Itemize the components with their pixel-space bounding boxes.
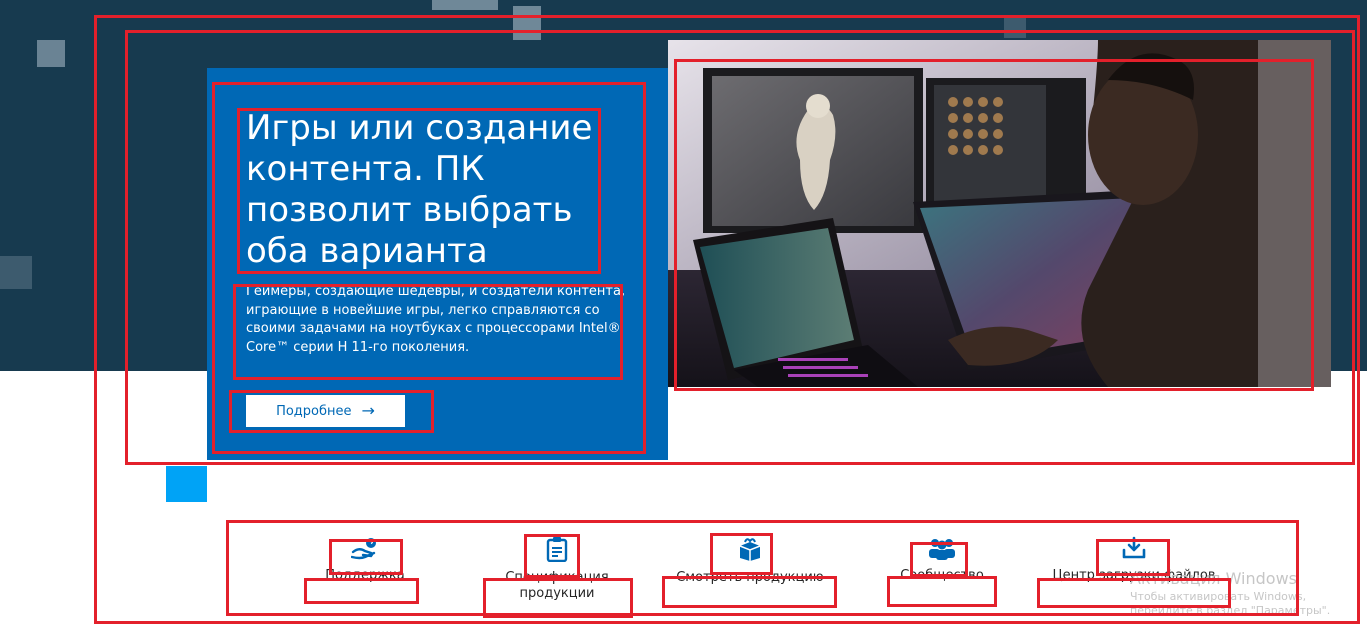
- quick-link-view-products[interactable]: Смотреть продукцию: [665, 536, 835, 586]
- support-icon: [351, 538, 376, 560]
- arrow-right-icon: →: [361, 401, 375, 420]
- watermark-title: Активация Windows: [1130, 569, 1297, 588]
- accent-square: [166, 466, 207, 502]
- quick-link-support[interactable]: Поддержка: [280, 536, 450, 584]
- product-box-icon: [739, 538, 761, 561]
- community-people-icon: [929, 539, 955, 560]
- quick-link-specifications[interactable]: Спецификация продукции: [472, 536, 642, 602]
- quick-link-support-label: Поддержка: [325, 568, 405, 583]
- hero-title: Игры или создание контента. ПК позволит …: [246, 108, 593, 271]
- decorative-square: [37, 40, 65, 67]
- decorative-square: [1004, 16, 1026, 38]
- hero-description: Геймеры, создающие шедевры, и создатели …: [246, 284, 626, 355]
- learn-more-label: Подробнее: [276, 403, 352, 419]
- learn-more-button[interactable]: Подробнее →: [246, 395, 405, 427]
- quick-link-community[interactable]: Сообщество: [857, 536, 1027, 584]
- download-icon: [1122, 536, 1146, 559]
- watermark-subtitle: Чтобы активировать Windows, перейдите в …: [1130, 589, 1331, 618]
- quick-link-specifications-label: Спецификация продукции: [505, 570, 609, 601]
- quick-link-community-label: Сообщество: [900, 568, 984, 583]
- quick-link-view-products-label: Смотреть продукцию: [676, 570, 824, 585]
- decorative-square: [0, 256, 32, 289]
- decorative-square: [513, 6, 541, 40]
- decorative-square: [432, 0, 498, 10]
- specifications-clipboard-icon: [546, 537, 568, 562]
- content-creator-gaming-laptop-photo: [668, 40, 1331, 387]
- hero-photo: [668, 40, 1331, 387]
- windows-activation-watermark: Активация Windows Чтобы активировать Win…: [1130, 569, 1367, 618]
